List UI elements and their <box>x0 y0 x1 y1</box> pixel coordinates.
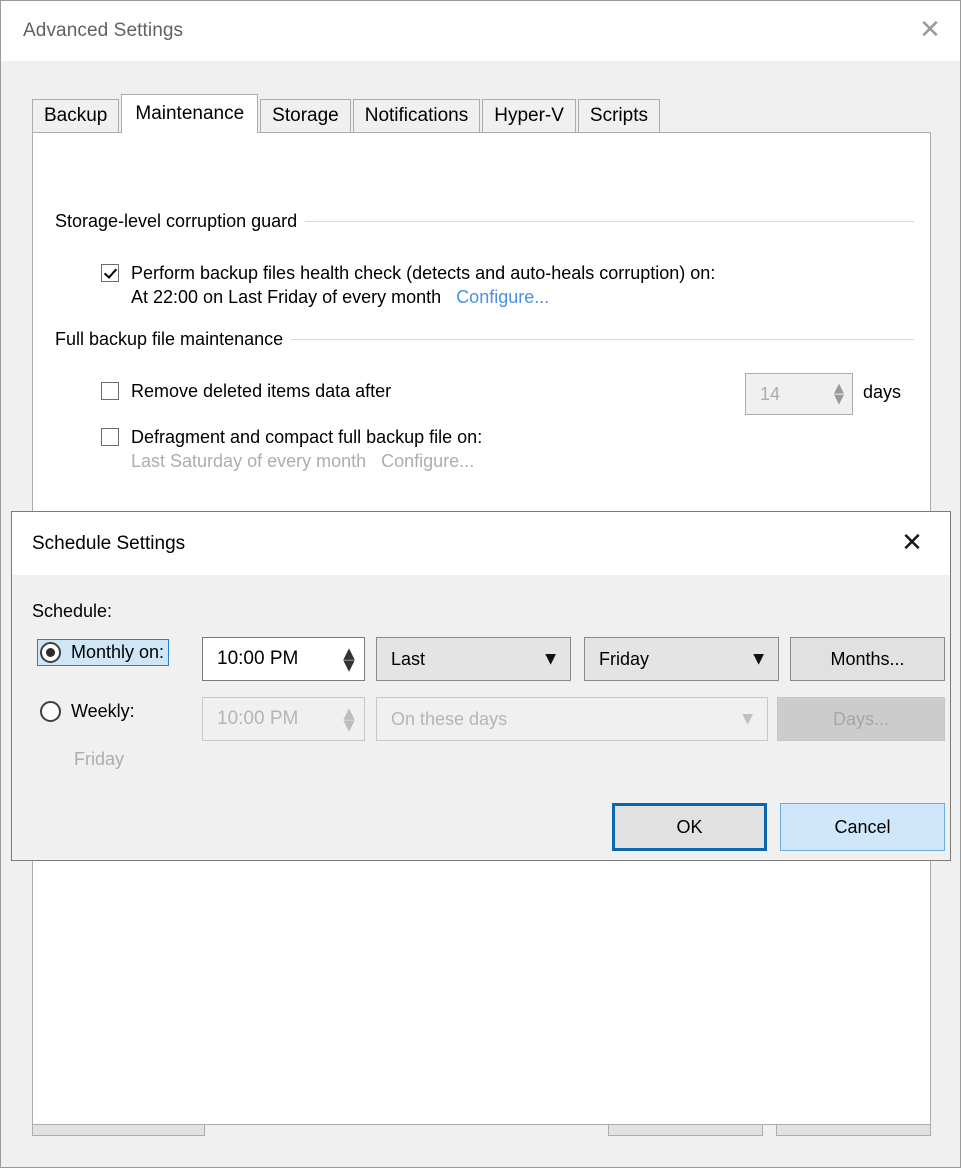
close-icon[interactable]: ✕ <box>900 1 960 59</box>
defragment-checkbox[interactable] <box>101 428 119 446</box>
monthly-time-value: 10:00 PM <box>217 648 299 669</box>
weekly-radio-label: Weekly: <box>71 701 135 721</box>
weekly-time-stepper: 10:00 PM ▲ ▼ <box>202 697 365 741</box>
monthly-weekday-select[interactable]: Friday ▼ <box>584 637 779 681</box>
tab-hyper-v[interactable]: Hyper-V <box>482 99 576 132</box>
defragment-schedule-line: Last Saturday of every month Configure..… <box>131 449 482 473</box>
weekly-days-select: On these days ▼ <box>376 697 768 741</box>
weekly-radio-button[interactable] <box>40 701 61 722</box>
monthly-weekday-value: Friday <box>599 648 650 669</box>
health-check-checkbox[interactable] <box>101 264 119 282</box>
defragment-configure-link: Configure... <box>381 451 475 471</box>
remove-deleted-days-unit: days <box>863 382 902 402</box>
defragment-label: Defragment and compact full backup file … <box>131 427 483 447</box>
schedule-section-label: Schedule: <box>32 601 113 621</box>
monthly-week-value: Last <box>391 648 426 669</box>
chevron-down-icon: ▼ <box>753 651 764 667</box>
tab-notifications[interactable]: Notifications <box>352 99 481 132</box>
months-button[interactable]: Months... <box>790 637 945 681</box>
weekly-days-placeholder: On these days <box>391 708 508 729</box>
remove-deleted-checkbox[interactable] <box>101 382 119 400</box>
window-body: Backup Maintenance Storage Notifications… <box>1 61 960 1167</box>
monthly-radio-button[interactable] <box>40 642 61 663</box>
remove-deleted-row[interactable]: Remove deleted items data after <box>101 379 391 403</box>
defragment-schedule-text: Last Saturday of every month <box>131 451 367 471</box>
monthly-time-stepper[interactable]: 10:00 PM ▲ ▼ <box>202 637 365 681</box>
chevron-down-icon: ▼ <box>742 711 753 727</box>
defragment-text-block: Defragment and compact full backup file … <box>119 425 482 473</box>
schedule-ok-button[interactable]: OK <box>612 803 767 851</box>
remove-deleted-days-value: 14 <box>760 383 781 404</box>
group-header-corruption-guard: Storage-level corruption guard <box>55 211 914 232</box>
chevron-down-icon: ▼ <box>343 716 355 734</box>
close-icon[interactable]: ✕ <box>888 512 936 574</box>
health-check-text-block: Perform backup files health check (detec… <box>119 261 715 309</box>
group-label-full-backup: Full backup file maintenance <box>55 329 284 349</box>
weekly-radio-option[interactable]: Weekly: <box>40 701 135 722</box>
monthly-radio-label: Monthly on: <box>71 642 165 662</box>
tab-scripts[interactable]: Scripts <box>577 99 660 132</box>
monthly-radio-option[interactable]: Monthly on: <box>37 639 170 666</box>
health-check-configure-link[interactable]: Configure... <box>456 287 549 307</box>
weekly-summary-text: Friday <box>74 749 125 769</box>
window-titlebar: Advanced Settings ✕ <box>1 1 960 61</box>
remove-deleted-label: Remove deleted items data after <box>131 381 392 401</box>
weekly-time-value: 10:00 PM <box>217 708 299 729</box>
advanced-settings-window: Advanced Settings ✕ Backup Maintenance S… <box>0 0 961 1168</box>
health-check-schedule-line: At 22:00 on Last Friday of every month C… <box>131 285 715 309</box>
health-check-schedule-text: At 22:00 on Last Friday of every month <box>131 287 442 307</box>
chevron-down-icon: ▼ <box>545 651 556 667</box>
stepper-arrows-icon[interactable]: ▲ ▼ <box>334 638 364 680</box>
tab-backup[interactable]: Backup <box>32 99 120 132</box>
page-title: Advanced Settings <box>23 20 184 41</box>
schedule-dialog-titlebar: Schedule Settings ✕ <box>12 512 950 575</box>
health-check-label: Perform backup files health check (detec… <box>131 263 716 283</box>
chevron-down-icon: ▼ <box>834 392 844 407</box>
days-button: Days... <box>777 697 945 741</box>
schedule-cancel-button[interactable]: Cancel <box>780 803 945 851</box>
group-header-full-backup: Full backup file maintenance <box>55 329 914 350</box>
tab-strip: Backup Maintenance Storage Notifications… <box>32 94 662 133</box>
tab-storage[interactable]: Storage <box>260 99 351 132</box>
group-label-corruption-guard: Storage-level corruption guard <box>55 211 298 231</box>
group-divider <box>305 221 914 222</box>
monthly-week-select[interactable]: Last ▼ <box>376 637 571 681</box>
schedule-settings-dialog: Schedule Settings ✕ Schedule: Monthly on… <box>11 511 951 861</box>
health-check-row[interactable]: Perform backup files health check (detec… <box>101 261 910 309</box>
tab-maintenance[interactable]: Maintenance <box>121 94 259 133</box>
remove-deleted-days-stepper[interactable]: 14 ▲ ▼ <box>745 373 853 415</box>
chevron-down-icon: ▼ <box>343 656 355 674</box>
schedule-dialog-title: Schedule Settings <box>32 532 186 554</box>
schedule-dialog-body: Schedule: Monthly on: 10:00 PM ▲ ▼ Last … <box>12 575 950 860</box>
stepper-arrows-icon[interactable]: ▲ ▼ <box>826 374 852 414</box>
group-divider <box>291 339 914 340</box>
stepper-arrows-icon: ▲ ▼ <box>334 698 364 740</box>
defragment-row[interactable]: Defragment and compact full backup file … <box>101 425 482 473</box>
